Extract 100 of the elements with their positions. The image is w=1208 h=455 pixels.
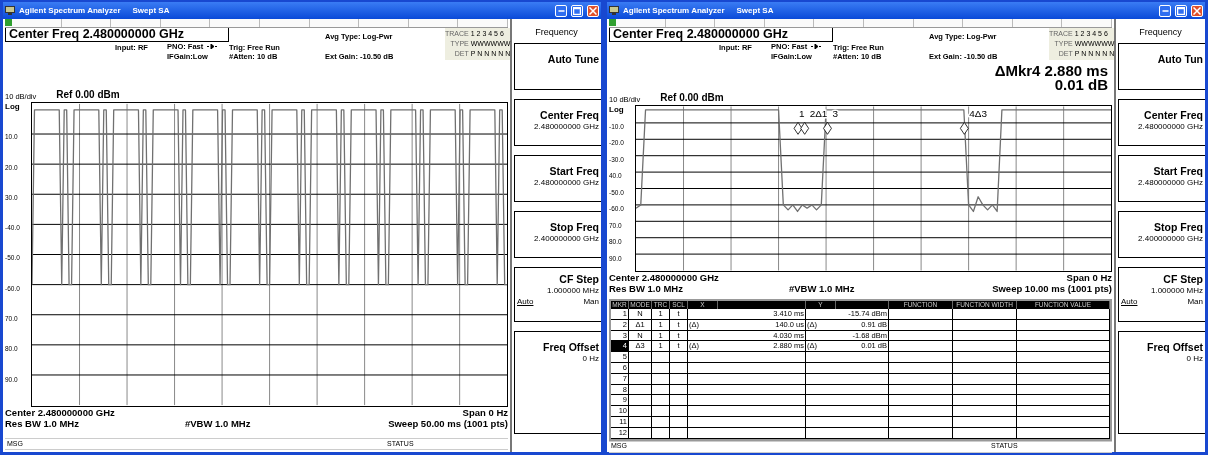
log-label: Log — [5, 101, 20, 113]
center-freq-readout: Center Freq 2.480000000 GHz — [609, 28, 833, 42]
marker-label: 1 — [798, 108, 805, 120]
center-label: Center 2.480000000 GHz — [609, 272, 719, 283]
softkey-label: CF Step — [1163, 272, 1203, 286]
softkey[interactable]: Auto Tun — [1118, 43, 1205, 90]
softkey[interactable]: Center Freq 2.480000000 GHz — [1118, 99, 1205, 146]
softkey-value: 0 Hz — [582, 354, 599, 364]
softkey-option[interactable]: Man — [583, 296, 599, 308]
table-cell — [889, 363, 953, 374]
minimize-button[interactable] — [555, 4, 567, 17]
softkey-label: Start Freq — [549, 164, 599, 178]
softkey-value: 2.480000000 GHz — [1138, 122, 1203, 132]
marker-label: 2Δ1 — [809, 108, 828, 120]
softkey-value: 2.400000000 GHz — [1138, 234, 1203, 244]
table-cell — [953, 416, 1017, 428]
table-cell — [652, 416, 670, 428]
menu-title: Frequency — [535, 27, 578, 37]
table-cell — [836, 395, 889, 407]
close-button[interactable] — [587, 4, 599, 17]
table-cell — [889, 341, 953, 353]
table-cell — [836, 373, 889, 385]
close-icon — [589, 6, 597, 15]
app-icon — [5, 6, 15, 15]
maximize-icon — [573, 6, 581, 15]
rbw-label: Res BW 1.0 MHz — [609, 283, 684, 294]
table-cell — [953, 427, 1017, 439]
vbw-label: #VBW 1.0 MHz — [789, 283, 855, 294]
table-cell — [836, 416, 889, 428]
rbw-label: Res BW 1.0 MHz — [5, 418, 80, 429]
table-cell — [889, 406, 953, 417]
table-cell — [670, 373, 688, 385]
softkey[interactable]: CF Step 1.000000 MHz Auto Man — [1118, 267, 1205, 322]
softkey-label: Auto Tun — [1157, 52, 1203, 66]
close-button[interactable] — [1191, 4, 1203, 17]
table-cell — [670, 363, 688, 374]
table-cell — [670, 352, 688, 363]
sweep-label: Sweep 10.00 ms (1001 pts) — [992, 283, 1112, 294]
sweep-label: Sweep 50.00 ms (1001 pts) — [388, 418, 508, 429]
window-title: Agilent Spectrum Analyzer — [19, 4, 121, 17]
softkey-label: CF Step — [559, 272, 599, 286]
softkey-value: 2.480000000 GHz — [1138, 178, 1203, 188]
ref-level-label: Ref 0.00 dBm — [56, 88, 120, 102]
table-cell — [953, 384, 1017, 396]
softkey-value: 2.480000000 GHz — [534, 178, 599, 188]
softkey[interactable]: Start Freq 2.480000000 GHz — [1118, 155, 1205, 202]
softkey[interactable]: Center Freq 2.480000000 GHz — [514, 99, 601, 146]
softkey[interactable]: Stop Freq 2.400000000 GHz — [1118, 211, 1205, 258]
table-cell — [670, 395, 688, 407]
minimize-button[interactable] — [1159, 4, 1171, 17]
marker-label: 4Δ3 — [969, 108, 987, 120]
close-icon — [1193, 6, 1201, 15]
window-title: Agilent Spectrum Analyzer — [623, 4, 725, 17]
softkey-value: 1.000000 MHz — [1150, 286, 1203, 296]
table-cell — [889, 395, 953, 407]
softkey[interactable]: Stop Freq 2.400000000 GHz — [514, 211, 601, 258]
span-label: Span 0 Hz — [1066, 272, 1112, 283]
center-freq-readout: Center Freq 2.480000000 GHz — [5, 28, 229, 42]
table-cell — [953, 309, 1017, 320]
table-cell — [652, 427, 670, 439]
table-cell — [629, 395, 652, 407]
softkey-label: Freq Offset — [543, 340, 599, 354]
table-cell — [953, 406, 1017, 417]
table-cell — [836, 427, 889, 439]
softkey-option[interactable]: Auto — [517, 296, 534, 308]
softkey[interactable]: CF Step 1.000000 MHz Auto Man — [514, 267, 601, 322]
table-cell — [652, 352, 670, 363]
table-cell — [652, 406, 670, 417]
softkey-option[interactable]: Man — [1187, 296, 1203, 308]
table-cell — [889, 330, 953, 342]
softkey-label: Start Freq — [1153, 164, 1203, 178]
table-cell — [889, 309, 953, 320]
table-cell — [836, 406, 889, 417]
table-cell — [953, 319, 1017, 331]
table-cell — [889, 373, 953, 385]
table-cell — [652, 373, 670, 385]
table-cell — [953, 330, 1017, 342]
column-header — [836, 301, 889, 309]
arrow-icon — [207, 44, 218, 49]
maximize-icon — [1177, 6, 1185, 15]
table-cell — [629, 406, 652, 417]
table-cell — [670, 384, 688, 396]
softkey[interactable]: Start Freq 2.480000000 GHz — [514, 155, 601, 202]
marker-readout: ΔMkr4 2.880 ms — [994, 62, 1108, 79]
menu-title: Frequency — [1139, 27, 1182, 37]
softkey-option[interactable]: Auto — [1121, 296, 1138, 308]
softkey[interactable]: Auto Tune — [514, 43, 601, 90]
table-cell — [836, 352, 889, 363]
table-cell — [670, 427, 688, 439]
status-led-icon — [5, 19, 12, 26]
maximize-button[interactable] — [1175, 4, 1187, 17]
softkey[interactable]: Freq Offset 0 Hz — [514, 331, 601, 434]
table-cell — [889, 319, 953, 331]
softkey[interactable]: Freq Offset 0 Hz — [1118, 331, 1205, 434]
table-cell — [629, 384, 652, 396]
table-cell — [889, 384, 953, 396]
app-icon — [609, 6, 619, 15]
table-cell — [629, 363, 652, 374]
table-cell — [652, 395, 670, 407]
maximize-button[interactable] — [571, 4, 583, 17]
